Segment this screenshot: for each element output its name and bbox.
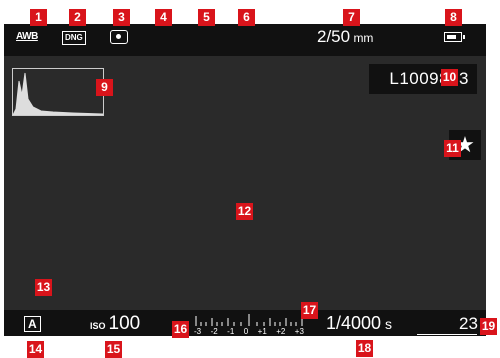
- shots-remaining: 23: [459, 314, 478, 333]
- exposure-scale-labels: -3 -2 -1 0 +1 +2 +3: [194, 327, 304, 336]
- file-format-indicator: DNG: [62, 31, 86, 45]
- callout-9: 9: [96, 79, 113, 96]
- scale-label: 0: [243, 327, 249, 336]
- focal-length-readout: 2/50 mm: [317, 27, 373, 47]
- callout-15: 15: [105, 341, 122, 358]
- focal-value: 2/50: [317, 27, 351, 46]
- callout-4: 4: [155, 9, 172, 26]
- scale-label: +1: [257, 327, 267, 336]
- shots-underline: [417, 334, 477, 335]
- callout-10: 10: [441, 69, 458, 86]
- callout-12: 12: [236, 203, 253, 220]
- exposure-compensation-scale: -3 -2 -1 0 +1 +2 +3: [194, 314, 304, 336]
- callout-1: 1: [30, 9, 47, 26]
- focal-unit: mm: [353, 31, 374, 45]
- exposure-mode-indicator: A: [24, 316, 41, 332]
- callout-11: 11: [444, 140, 461, 157]
- scale-label: -1: [227, 327, 235, 336]
- callout-14: 14: [27, 341, 44, 358]
- scale-label: -3: [194, 327, 202, 336]
- iso-label: ISO: [90, 321, 106, 331]
- callout-13: 13: [35, 279, 52, 296]
- callout-16: 16: [172, 321, 189, 338]
- callout-19: 19: [480, 318, 497, 335]
- bottom-status-bar: A ISO 100 -3 -2 -1 0 +1 +2 +3 1/4000 s 2…: [4, 310, 486, 336]
- callout-3: 3: [113, 9, 130, 26]
- camera-screen: AWB DNG 2/50 mm L1009803 ★ A ISO 100 -3 …: [4, 24, 486, 336]
- shutter-value: 1/4000: [326, 313, 382, 333]
- callout-17: 17: [301, 302, 318, 319]
- iso-value: 100: [108, 313, 141, 334]
- scale-label: +3: [294, 327, 304, 336]
- scale-label: -2: [210, 327, 218, 336]
- iso-readout: ISO 100: [90, 313, 140, 335]
- scale-label: +2: [276, 327, 286, 336]
- image-filename: L1009803: [369, 64, 477, 94]
- white-balance-indicator: AWB: [16, 31, 38, 42]
- callout-5: 5: [198, 9, 215, 26]
- histogram-icon: [12, 72, 104, 116]
- callout-18: 18: [356, 340, 373, 357]
- callout-6: 6: [238, 9, 255, 26]
- callout-2: 2: [69, 9, 86, 26]
- callout-7: 7: [343, 9, 360, 26]
- battery-icon: [444, 32, 465, 42]
- exposure-scale-ticks: [195, 314, 303, 326]
- shutter-speed-readout: 1/4000 s: [326, 313, 392, 334]
- spot-metering-icon: [110, 30, 128, 44]
- top-status-bar: AWB DNG 2/50 mm: [4, 24, 486, 56]
- shutter-unit: s: [384, 316, 392, 332]
- histogram: [12, 68, 104, 116]
- callout-8: 8: [445, 9, 462, 26]
